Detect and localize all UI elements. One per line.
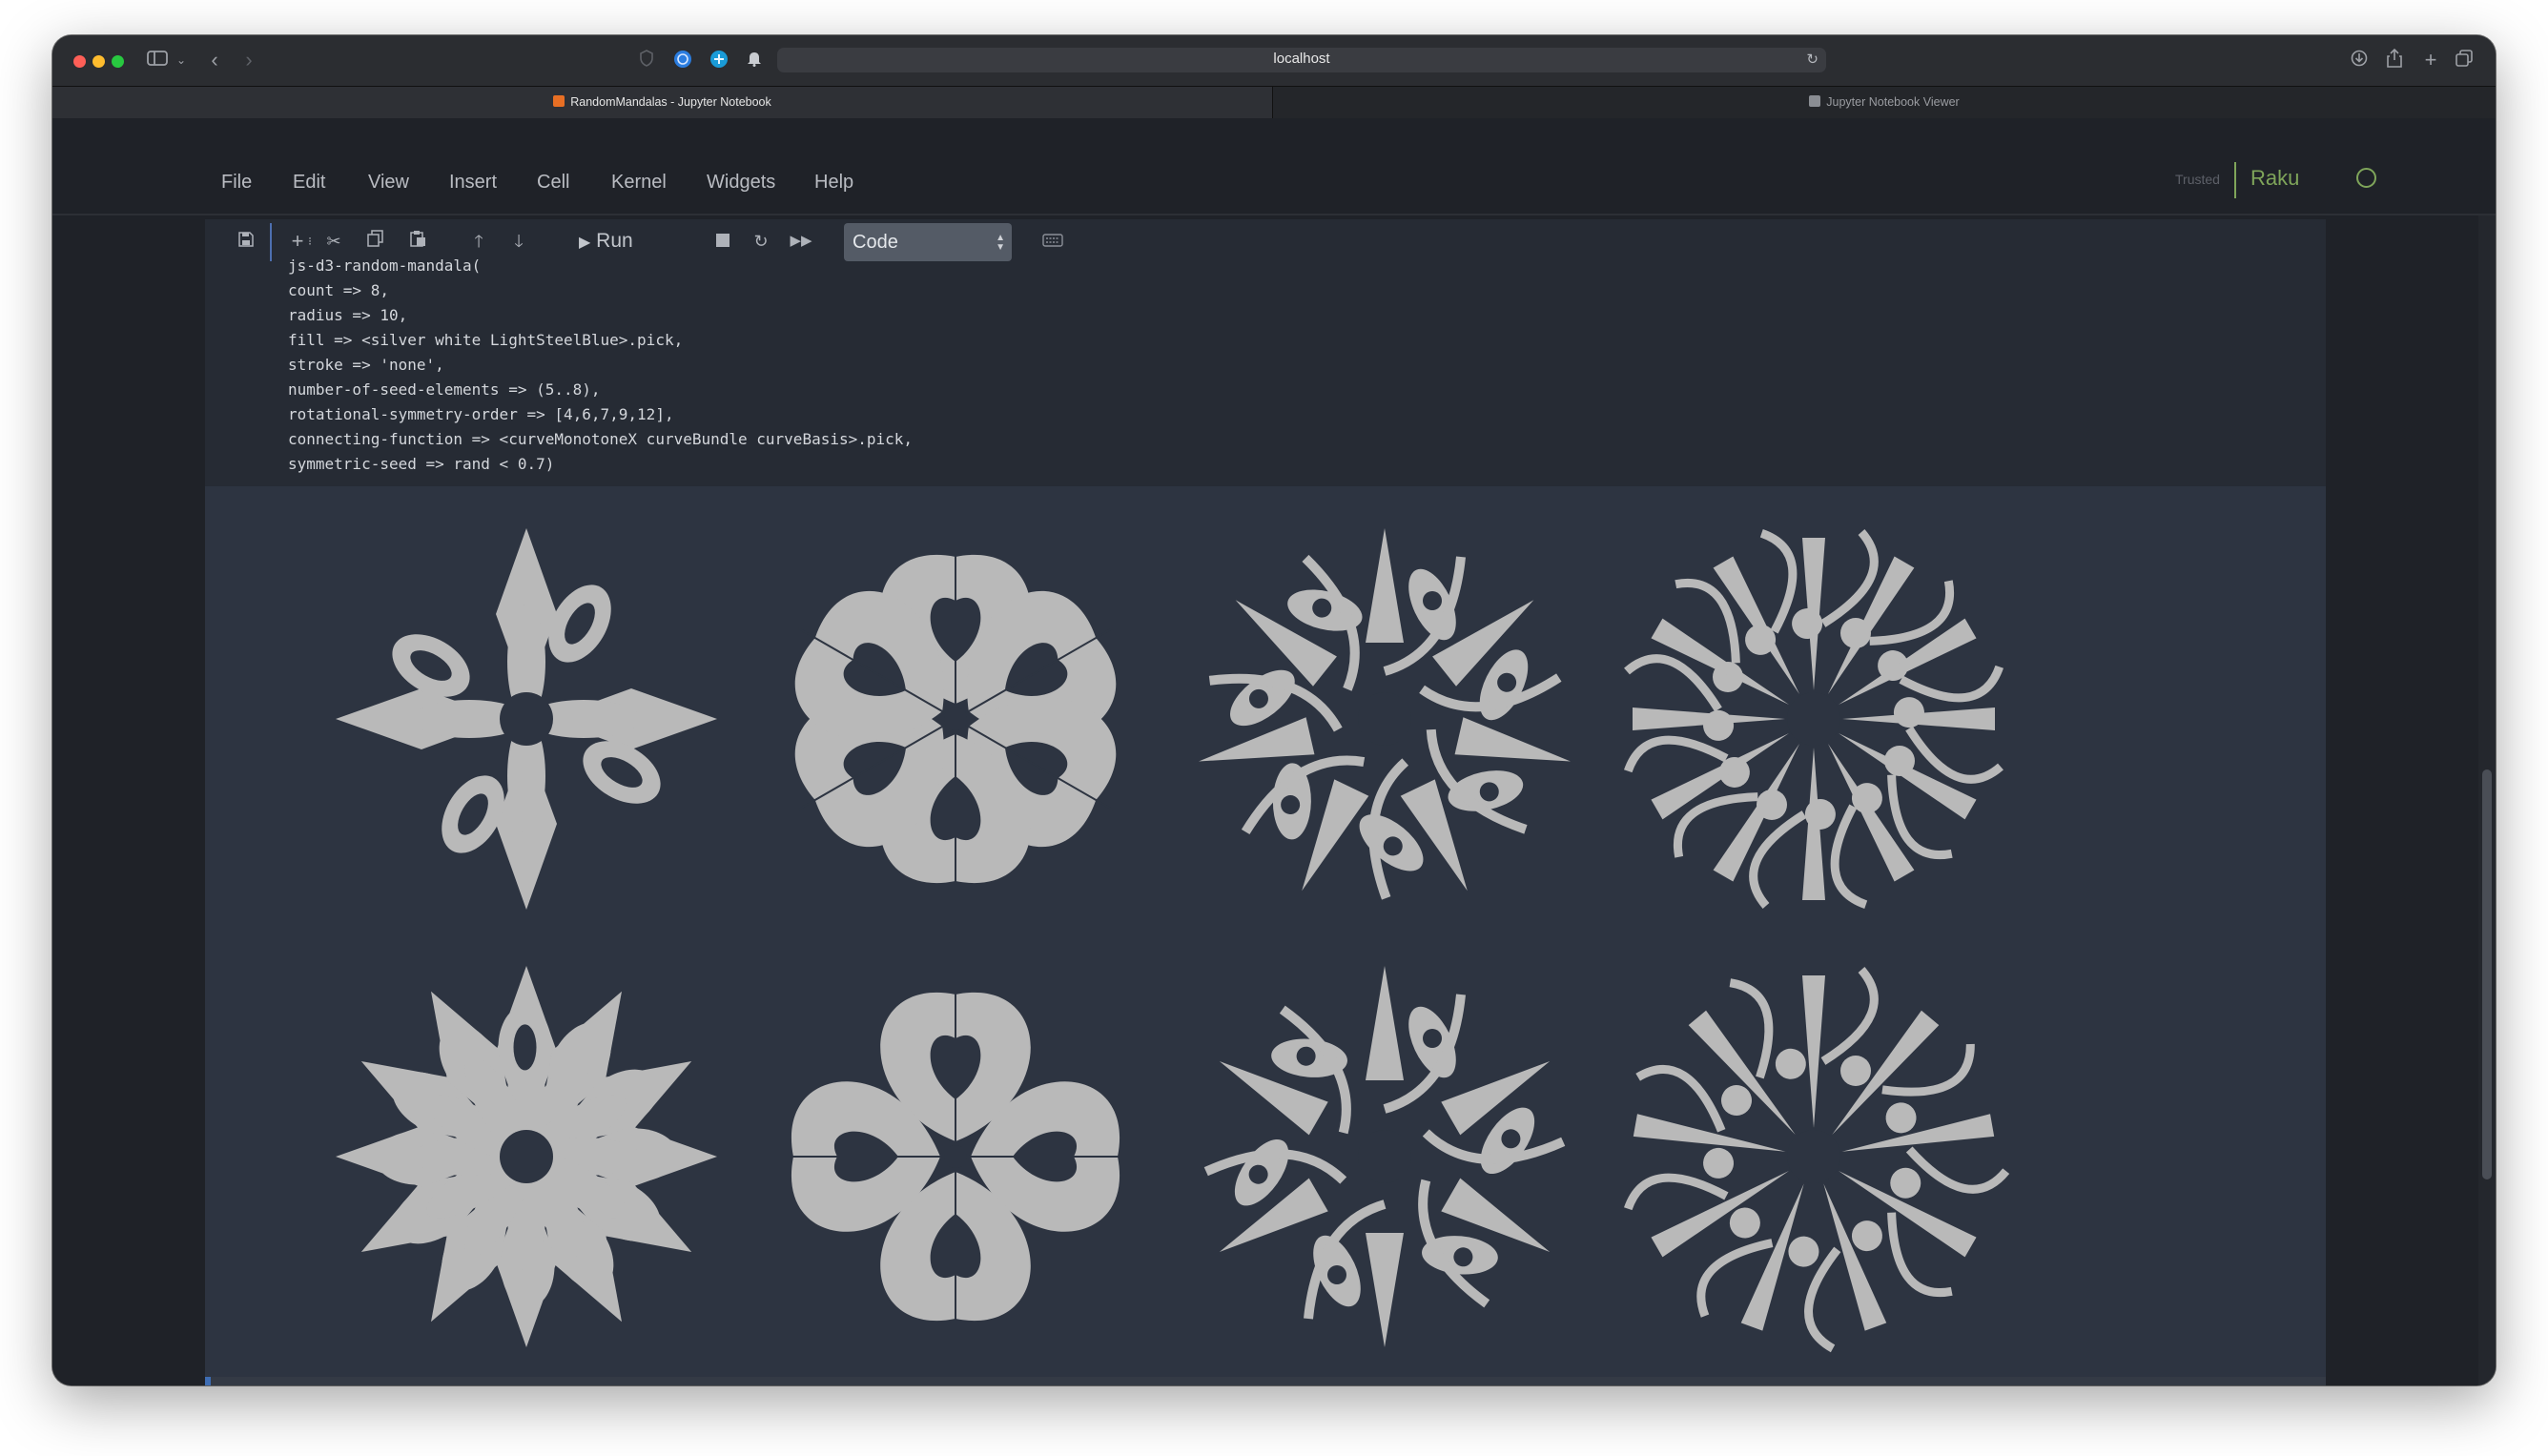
mandala-1 (336, 528, 717, 910)
browser-window: ⌄ ‹ › localhost ↻ + RandomMandalas - Jup… (52, 35, 2496, 1385)
tab-random-mandalas[interactable]: RandomMandalas - Jupyter Notebook (52, 87, 1273, 118)
mandala-output-svg (336, 528, 2010, 1353)
menu-view[interactable]: View (368, 172, 409, 194)
mandala-8 (1624, 967, 2010, 1353)
nbviewer-favicon-icon (1809, 95, 1821, 107)
code-text[interactable]: js-d3-random-mandala( count => 8, radius… (288, 254, 913, 477)
menu-insert[interactable]: Insert (449, 172, 497, 194)
tab-label: RandomMandalas - Jupyter Notebook (570, 95, 771, 109)
privacy-shield-icon[interactable] (638, 49, 655, 72)
address-bar[interactable]: localhost ↻ (777, 48, 1826, 72)
browser-tab-bar: RandomMandalas - Jupyter Notebook Jupyte… (52, 86, 2496, 119)
menu-widgets[interactable]: Widgets (707, 172, 775, 194)
code-line: count => 8, (288, 281, 389, 299)
paste-icon[interactable] (407, 227, 428, 256)
trusted-indicator[interactable]: Trusted (2175, 172, 2220, 187)
mandala-5 (336, 966, 717, 1347)
cell-output-area (205, 486, 2326, 1377)
menu-file[interactable]: File (221, 172, 252, 194)
toolbar-divider (270, 223, 272, 261)
code-line: fill => <silver white LightSteelBlue>.pi… (288, 331, 684, 349)
jupyter-favicon-icon (553, 95, 565, 107)
notebook-area: + ⁝ ✂ 🡑 🡓 ▶ Run ↻ ▶▶ Code ▲ ▼ js-d3-rand… (52, 215, 2496, 1385)
menu-edit[interactable]: Edit (293, 172, 325, 194)
menu-help[interactable]: Help (814, 172, 853, 194)
mandala-7 (1203, 966, 1566, 1347)
reload-icon[interactable]: ↻ (1806, 51, 1819, 68)
run-label: Run (596, 230, 633, 252)
move-down-icon[interactable]: 🡓 (508, 227, 529, 256)
code-line: number-of-seed-elements => (5..8), (288, 380, 601, 399)
mandala-4 (1624, 529, 2003, 909)
cell-type-value: Code (853, 232, 898, 253)
sidebar-toggle-icon[interactable] (146, 49, 169, 72)
jupyter-menubar: File Edit View Insert Cell Kernel Widget… (52, 118, 2496, 215)
stop-icon[interactable] (712, 227, 733, 256)
next-cell-selection-marker (205, 1377, 211, 1385)
tab-notebook-viewer[interactable]: Jupyter Notebook Viewer (1273, 87, 2496, 118)
zoom-window-button[interactable] (112, 55, 124, 68)
add-cell-dropdown-icon[interactable]: ⁝ (304, 227, 316, 256)
code-line: js-d3-random-mandala( (288, 256, 482, 275)
restart-icon[interactable]: ↻ (750, 227, 771, 256)
code-line: rotational-symmetry-order => [4,6,7,9,12… (288, 405, 674, 423)
page-scrollbar-thumb[interactable] (2482, 769, 2492, 1179)
extension-translate-icon[interactable] (709, 49, 729, 72)
play-icon: ▶ (579, 235, 591, 251)
back-arrow-icon[interactable]: ‹ (205, 49, 224, 72)
menu-kernel[interactable]: Kernel (611, 172, 667, 194)
code-line: stroke => 'none', (288, 356, 444, 374)
mandala-6 (774, 975, 1137, 1338)
code-input-area[interactable]: + ⁝ ✂ 🡑 🡓 ▶ Run ↻ ▶▶ Code ▲ ▼ js-d3-rand… (205, 219, 2326, 486)
cut-icon[interactable]: ✂ (323, 227, 344, 256)
save-icon[interactable] (236, 227, 257, 256)
kernel-idle-indicator-icon (2356, 168, 2376, 188)
code-line: radius => 10, (288, 306, 408, 324)
fast-forward-icon[interactable]: ▶▶ (789, 227, 813, 256)
select-arrows-icon: ▲ ▼ (996, 233, 1005, 253)
code-line: connecting-function => <curveMonotoneX c… (288, 430, 914, 448)
mandala-3 (1199, 528, 1571, 900)
url-text: localhost (1273, 51, 1330, 67)
kernel-separator (2234, 162, 2236, 198)
share-icon[interactable] (2385, 48, 2404, 72)
copy-icon[interactable] (365, 227, 386, 256)
browser-titlebar: ⌄ ‹ › localhost ↻ + (52, 35, 2496, 86)
tab-overview-icon[interactable] (2454, 49, 2475, 72)
download-icon[interactable] (2349, 49, 2370, 72)
next-cell-edge (205, 1377, 2326, 1385)
forward-arrow-icon[interactable]: › (239, 49, 258, 72)
code-cell[interactable]: + ⁝ ✂ 🡑 🡓 ▶ Run ↻ ▶▶ Code ▲ ▼ js-d3-rand… (205, 219, 2326, 1377)
chevron-down-icon[interactable]: ⌄ (175, 49, 188, 72)
minimize-window-button[interactable] (92, 55, 105, 68)
mandala-2 (794, 538, 1117, 900)
tab-label: Jupyter Notebook Viewer (1826, 95, 1960, 109)
move-up-icon[interactable]: 🡑 (468, 227, 489, 256)
keyboard-icon[interactable] (1040, 227, 1065, 256)
notification-bell-icon[interactable] (745, 49, 764, 72)
new-tab-icon[interactable]: + (2421, 49, 2440, 72)
kernel-name[interactable]: Raku (2250, 166, 2299, 191)
menu-cell[interactable]: Cell (537, 172, 569, 194)
extension-globe-icon[interactable] (672, 49, 693, 72)
close-window-button[interactable] (73, 55, 86, 68)
code-line: symmetric-seed => rand < 0.7) (288, 455, 555, 473)
